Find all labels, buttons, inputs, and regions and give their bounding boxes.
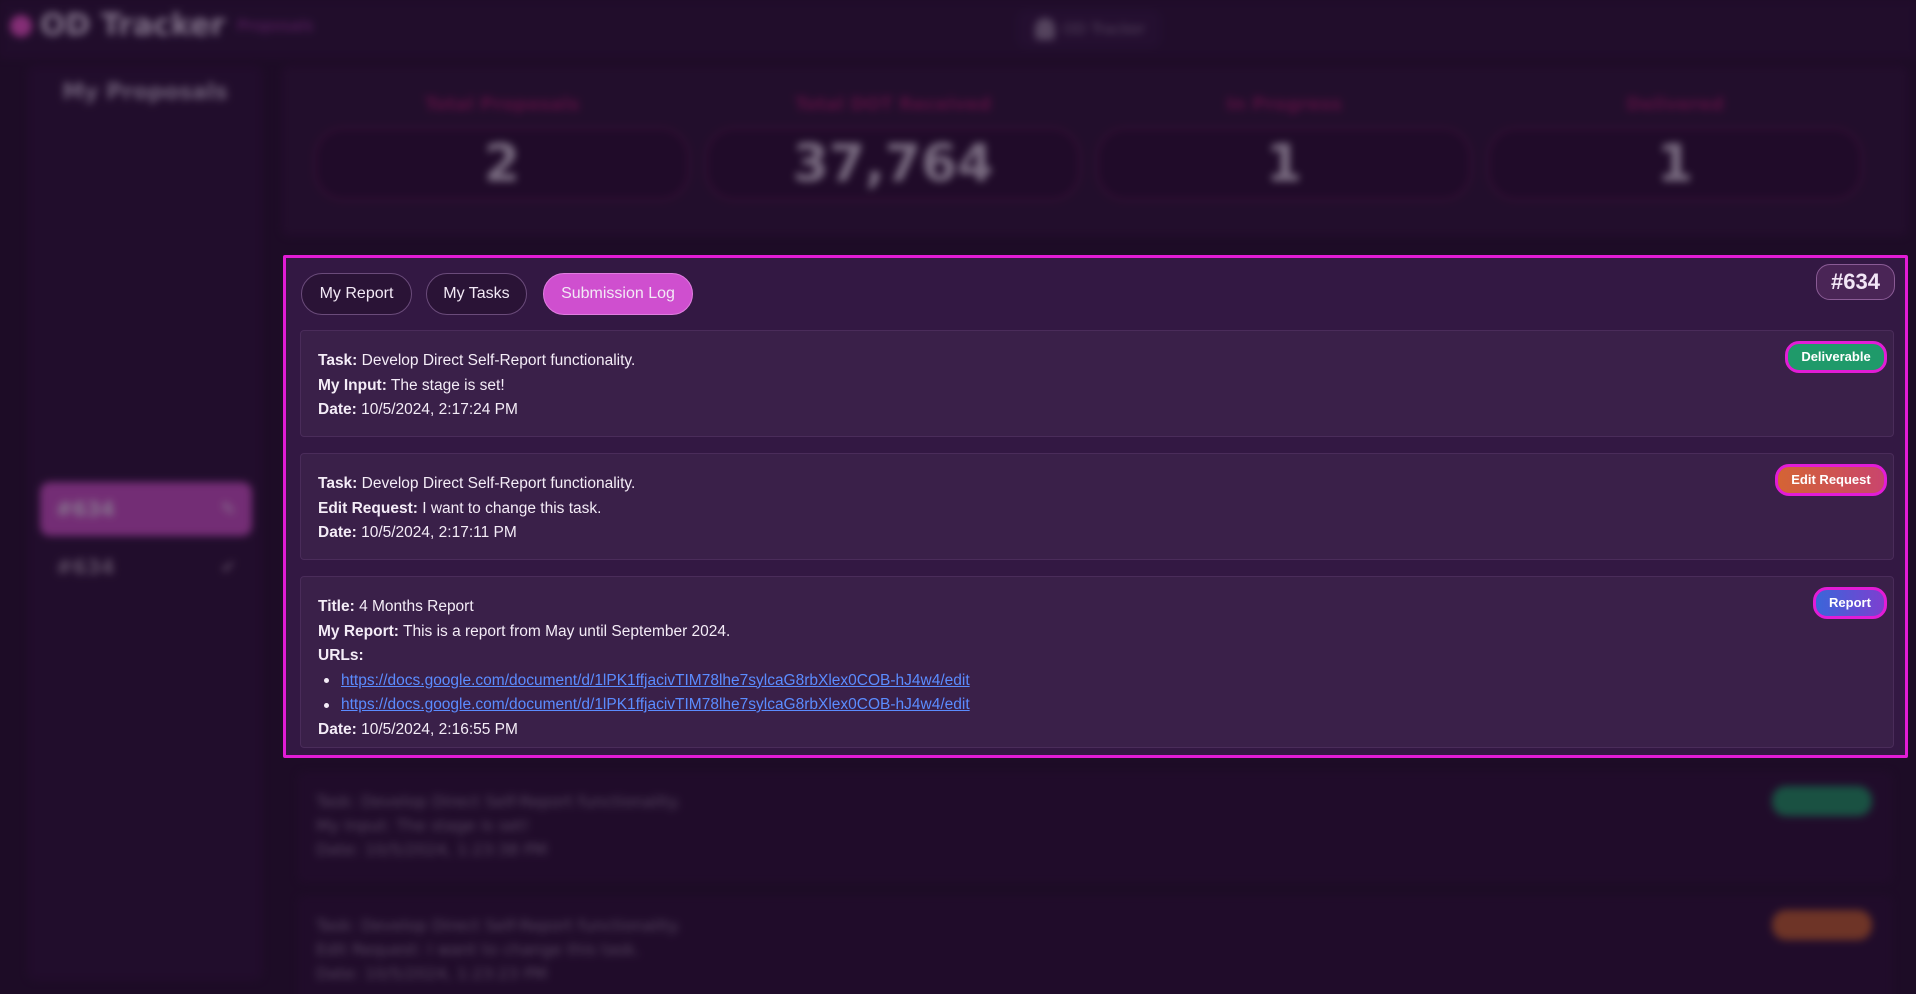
title-label: Title: (318, 598, 355, 615)
input-label: My Input: (318, 376, 387, 394)
entry-date-row: Date: 10/5/2024, 2:17:11 PM (318, 521, 1876, 546)
submission-log-panel: My Report My Tasks Submission Log #634 T… (283, 255, 1908, 758)
date-text: 10/5/2024, 2:17:11 PM (361, 524, 517, 541)
urls-label: URLs: (318, 647, 364, 664)
task-label: Task: (318, 475, 358, 492)
entry-title-row: Title: 4 Months Report (318, 595, 1876, 620)
log-entry-edit-request: Task: Develop Direct Self-Report functio… (300, 453, 1894, 560)
log-entry-report: Title: 4 Months Report My Report: This i… (300, 576, 1894, 748)
url-list-item: https://docs.google.com/document/d/1lPK1… (322, 693, 1876, 718)
edit-request-badge: Edit Request (1775, 464, 1887, 496)
report-url-link[interactable]: https://docs.google.com/document/d/1lPK1… (341, 693, 970, 718)
entry-input-row: My Input: The stage is set! (318, 374, 1876, 399)
task-text: Develop Direct Self-Report functionality… (361, 475, 636, 492)
edit-request-label: Edit Request: (318, 499, 418, 517)
url-list: https://docs.google.com/document/d/1lPK1… (318, 669, 1876, 718)
bullet-icon (324, 678, 329, 684)
report-badge: Report (1813, 587, 1887, 619)
deliverable-badge: Deliverable (1785, 341, 1887, 373)
date-text: 10/5/2024, 2:17:24 PM (361, 401, 518, 418)
date-label: Date: (318, 524, 357, 541)
task-label: Task: (318, 352, 358, 369)
bullet-icon (324, 702, 329, 708)
task-text: Develop Direct Self-Report functionality… (361, 352, 636, 369)
tab-my-report[interactable]: My Report (301, 273, 412, 315)
entry-task-row: Task: Develop Direct Self-Report functio… (318, 349, 1876, 374)
report-label: My Report: (318, 622, 399, 640)
proposal-id-badge: #634 (1816, 264, 1895, 300)
date-label: Date: (318, 720, 357, 738)
tab-submission-log[interactable]: Submission Log (543, 273, 693, 315)
entry-date-row: Date: 10/5/2024, 2:17:24 PM (318, 398, 1876, 423)
entry-urls-row: URLs: (318, 644, 1876, 669)
title-text: 4 Months Report (359, 598, 474, 615)
edit-request-text: I want to change this task. (422, 499, 602, 517)
entry-date-row: Date: 10/5/2024, 2:16:55 PM (318, 718, 1876, 743)
report-url-link[interactable]: https://docs.google.com/document/d/1lPK1… (341, 669, 970, 694)
log-entry-deliverable: Task: Develop Direct Self-Report functio… (300, 330, 1894, 437)
tab-my-tasks[interactable]: My Tasks (426, 273, 527, 315)
date-label: Date: (318, 401, 357, 418)
entry-report-row: My Report: This is a report from May unt… (318, 620, 1876, 645)
url-list-item: https://docs.google.com/document/d/1lPK1… (322, 669, 1876, 694)
entry-task-row: Task: Develop Direct Self-Report functio… (318, 472, 1876, 497)
entry-edit-request-row: Edit Request: I want to change this task… (318, 497, 1876, 522)
date-text: 10/5/2024, 2:16:55 PM (361, 720, 518, 738)
report-text: This is a report from May until Septembe… (402, 622, 731, 640)
input-text: The stage is set! (390, 376, 505, 394)
